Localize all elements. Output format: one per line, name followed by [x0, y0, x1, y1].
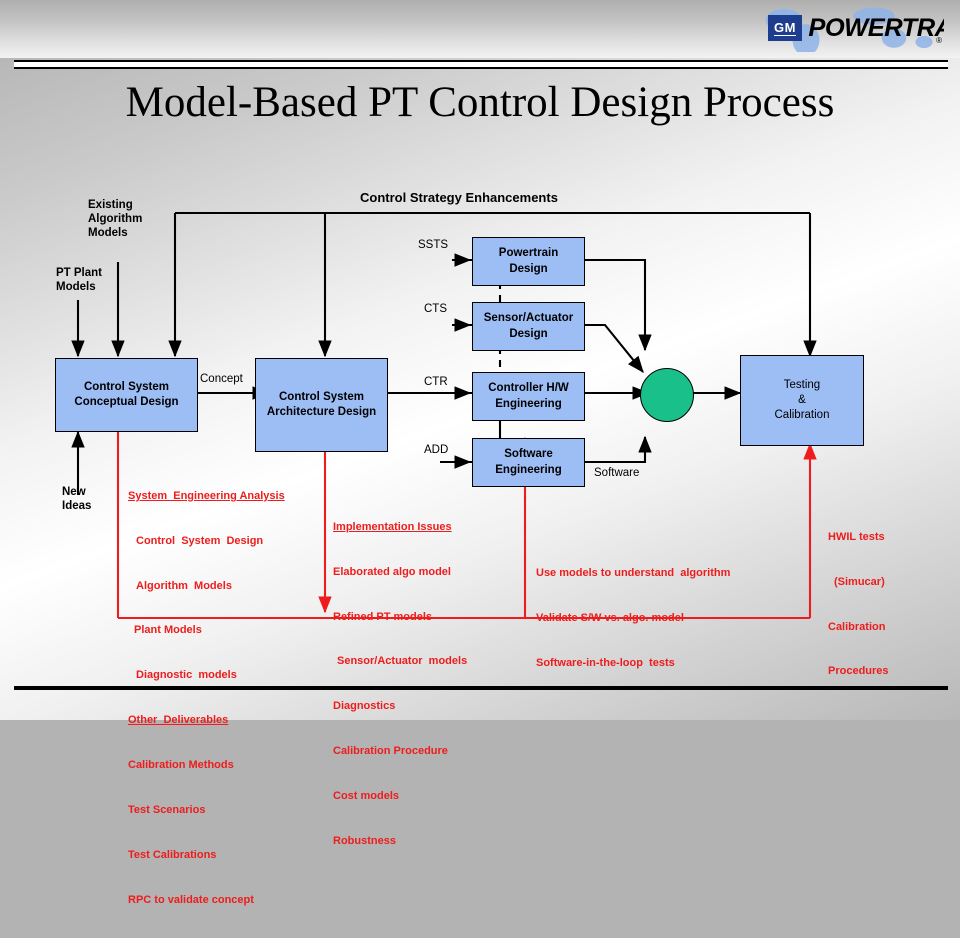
annotation-line: Implementation Issues: [333, 520, 452, 533]
annotation-line: System Engineering Analysis: [128, 489, 285, 502]
edge-label-cts: CTS: [424, 303, 447, 315]
annotation-line: Test Calibrations: [128, 848, 217, 861]
node-sensor-actuator-design-label: Sensor/Actuator Design: [483, 312, 574, 340]
annotation-line: Sensor/Actuator models: [337, 655, 468, 668]
annotation-system-engineering-analysis: System Engineering Analysis Control Syst…: [128, 459, 285, 938]
node-software-engineering[interactable]: Software Engineering: [472, 438, 585, 487]
annotation-line: Calibration: [828, 620, 886, 633]
node-sensor-actuator-design[interactable]: Sensor/Actuator Design: [472, 302, 585, 351]
edge-label-ctr: CTR: [424, 376, 448, 388]
process-diagram: Control Strategy Enhancements Existing A…: [0, 0, 960, 906]
annotation-line: Calibration Procedure: [333, 745, 448, 758]
annotation-line: Calibration Methods: [128, 759, 234, 772]
annotation-line: Procedures: [828, 665, 889, 678]
annotation-line: Diagnostics: [333, 700, 396, 713]
edge-label-concept: Concept: [200, 373, 243, 385]
annotation-model-usage: Use models to understand algorithm Valid…: [536, 536, 730, 700]
annotation-line: HWIL tests: [828, 530, 885, 543]
annotation-implementation-issues: Implementation Issues Elaborated algo mo…: [333, 490, 467, 879]
node-software-engineering-label: Software Engineering: [495, 448, 562, 476]
node-powertrain-design-label: Powertrain Design: [498, 247, 559, 275]
annotation-line: Use models to understand algorithm: [536, 566, 731, 579]
annotation-line: Refined PT models: [333, 610, 433, 623]
node-controller-hw-engineering-label: Controller H/W Engineering: [488, 382, 569, 410]
annotation-hwil-tests: HWIL tests (Simucar) Calibration Procedu…: [828, 500, 889, 709]
annotation-line: Software-in-the-loop tests: [536, 656, 675, 669]
slide: GM POWERTRAIN ® Model-Based PT Control D…: [0, 0, 960, 906]
node-conceptual-design[interactable]: Control System Conceptual Design: [55, 358, 198, 432]
node-testing-calibration-label: Testing & Calibration: [774, 378, 830, 422]
node-testing-calibration[interactable]: Testing & Calibration: [740, 355, 864, 446]
input-label-new-ideas: New Ideas: [62, 486, 92, 513]
annotation-line: Robustness: [333, 834, 396, 847]
edge-label-ssts: SSTS: [418, 239, 449, 251]
annotation-line: RPC to validate concept: [128, 893, 254, 906]
edge-label-software: Software: [594, 467, 640, 479]
annotation-line: Algorithm Models: [136, 579, 232, 592]
input-label-pt-plant-models: PT Plant Models: [56, 267, 103, 294]
annotation-line: Validate S/W vs. algo. model: [536, 611, 684, 624]
node-architecture-design-label: Control System Architecture Design: [266, 390, 377, 418]
annotation-line: Plant Models: [134, 624, 202, 637]
node-powertrain-design[interactable]: Powertrain Design: [472, 237, 585, 286]
annotation-line: Cost models: [333, 790, 400, 803]
edge-label-add: ADD: [424, 444, 449, 456]
merge-junction-node: [640, 368, 694, 422]
annotation-line: Other Deliverables: [128, 714, 229, 727]
annotation-line: Test Scenarios: [128, 803, 206, 816]
annotation-line: Diagnostic models: [136, 669, 237, 682]
annotation-line: Control System Design: [136, 534, 264, 547]
control-strategy-enhancements-label: Control Strategy Enhancements: [360, 190, 558, 205]
input-label-existing-algorithm-models: Existing Algorithm Models: [88, 199, 143, 240]
annotation-line: (Simucar): [834, 575, 885, 588]
annotation-line: Elaborated algo model: [333, 565, 451, 578]
node-controller-hw-engineering[interactable]: Controller H/W Engineering: [472, 372, 585, 421]
node-architecture-design[interactable]: Control System Architecture Design: [255, 358, 388, 452]
node-conceptual-design-label: Control System Conceptual Design: [74, 380, 179, 408]
